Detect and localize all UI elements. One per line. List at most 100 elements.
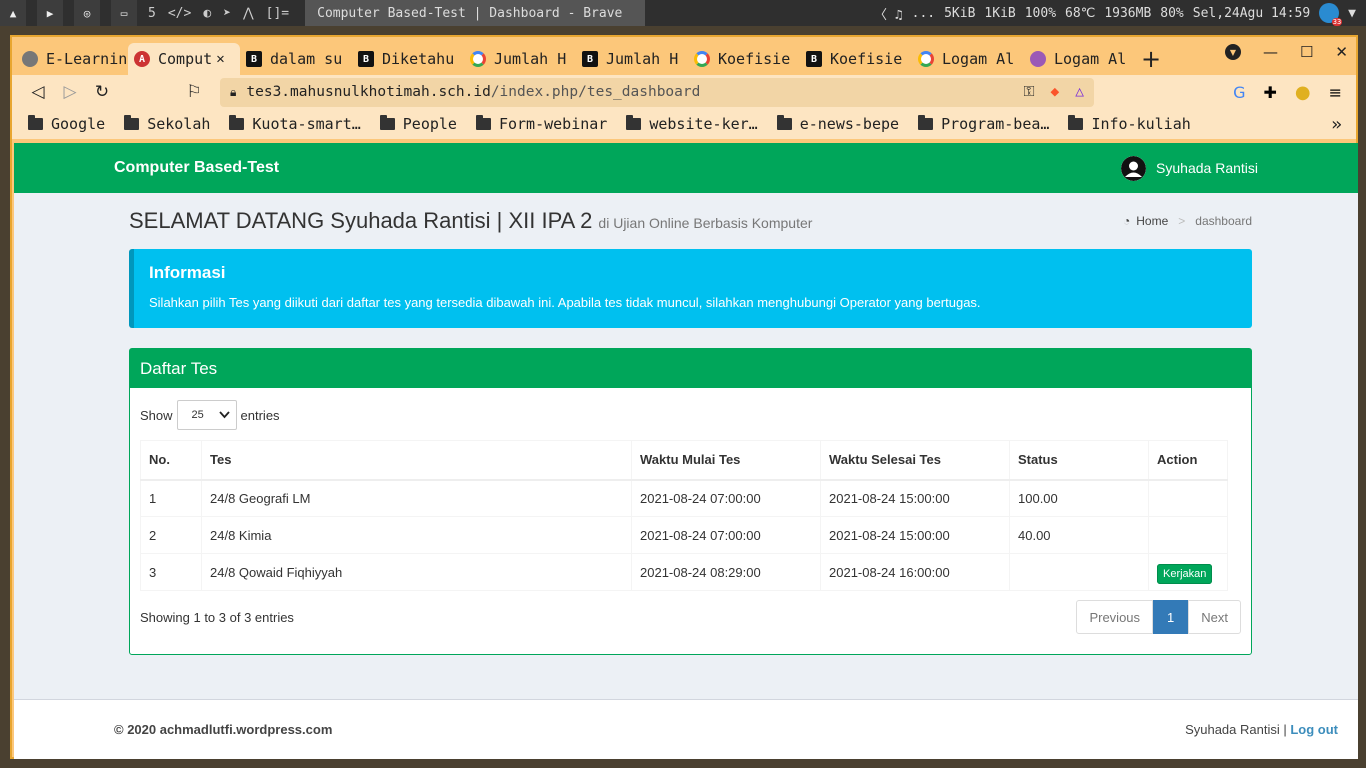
address-bar[interactable]: 🔒︎ tes3.mahusnulkhotimah.sch.id/index.ph… (220, 77, 1094, 107)
tab-6[interactable]: Koefisie (688, 43, 800, 75)
tab-1-active[interactable]: A Comput ✕ (128, 43, 240, 75)
bookmark-folder[interactable]: Google (28, 115, 105, 133)
content-header: SELAMAT DATANG Syuhada Rantisi | XII IPA… (129, 193, 1252, 249)
code-icon[interactable]: </> (168, 6, 191, 21)
brave-rewards-icon[interactable]: △ (1075, 84, 1084, 100)
bookmark-folder[interactable]: Kuota-smart… (229, 115, 361, 133)
bookmark-label: Sekolah (147, 115, 211, 133)
tab-search-icon[interactable]: ▼ (1224, 44, 1241, 60)
cell-status: 100.00 (1009, 479, 1149, 517)
kerjakan-button[interactable]: Kerjakan (1157, 563, 1213, 584)
new-tab-button[interactable]: + (1136, 43, 1166, 75)
translate-icon[interactable]: G (1233, 83, 1245, 102)
bookmark-label: website-ker… (649, 115, 758, 133)
previous-button[interactable]: Previous (1076, 600, 1154, 634)
bookmark-label: Google (51, 115, 106, 133)
box-body: Show 25 entries No. Tes Waktu Mulai Tes … (130, 388, 1251, 644)
page-title: SELAMAT DATANG Syuhada Rantisi | XII IPA… (129, 208, 812, 234)
close-window-icon[interactable]: ✕ (1335, 43, 1348, 61)
brainly-icon: B (246, 51, 262, 67)
tab-label: Koefisie (718, 50, 791, 68)
brand-logo[interactable]: Computer Based-Test (114, 159, 279, 177)
next-button[interactable]: Next (1188, 600, 1241, 634)
page-subtitle: di Ujian Online Berbasis Komputer (598, 215, 813, 231)
menu-icon[interactable]: ≡ (1329, 83, 1342, 102)
minimize-icon[interactable]: — (1263, 43, 1278, 61)
col-waktu-selesai[interactable]: Waktu Selesai Tes (820, 440, 1010, 481)
page-1-button[interactable]: 1 (1153, 600, 1189, 634)
extension-ball-icon[interactable]: ● (1295, 82, 1311, 103)
url-actions: ⚿ ◆ △ (1023, 84, 1084, 100)
col-status[interactable]: Status (1009, 440, 1149, 481)
user-menu[interactable]: Syuhada Rantisi (1121, 155, 1258, 181)
brave-shield-icon[interactable]: ◆ (1051, 84, 1060, 100)
bookmark-folder[interactable]: Info-kuliah (1068, 115, 1191, 133)
arch-icon[interactable]: ⋀ (243, 6, 254, 21)
col-no[interactable]: No. (140, 440, 202, 481)
table-row: 2 24/8 Kimia 2021-08-24 07:00:00 2021-08… (140, 516, 1228, 554)
test-list-box: Daftar Tes Show 25 entries No. Tes Waktu… (129, 348, 1252, 655)
tab-5[interactable]: B Jumlah H (576, 43, 688, 75)
window-title: Computer Based-Test | Dashboard - Brave (305, 0, 646, 26)
bookmark-label: People (402, 115, 457, 133)
google-icon (918, 51, 934, 67)
extensions-icon[interactable]: ✚ (1263, 83, 1276, 102)
web-page: Computer Based-Test Syuhada Rantisi SELA… (14, 143, 1358, 759)
col-tes[interactable]: Tes (201, 440, 632, 481)
launcher-icon[interactable]: ▲ (0, 0, 26, 26)
telegram-icon[interactable]: ➤ (223, 6, 231, 21)
cell-action (1148, 479, 1228, 517)
top-navbar: Computer Based-Test Syuhada Rantisi (14, 143, 1358, 193)
forward-icon[interactable]: ▷ (54, 77, 86, 107)
close-tab-icon[interactable]: ✕ (216, 51, 224, 67)
col-waktu-mulai[interactable]: Waktu Mulai Tes (631, 440, 821, 481)
folder-icon (626, 115, 642, 130)
folder-icon (229, 115, 245, 130)
url-path: /index.php/tes_dashboard (490, 84, 701, 100)
key-icon[interactable]: ⚿ (1023, 84, 1034, 100)
lock-icon: 🔒︎ (230, 84, 237, 99)
folder-icon[interactable]: ▭ (111, 0, 137, 26)
tab-0[interactable]: E-Learnin (16, 43, 128, 75)
bookmark-folder[interactable]: website-ker… (626, 115, 758, 133)
col-action[interactable]: Action (1148, 440, 1228, 481)
extensions-area: G ✚ ● ≡ (1233, 82, 1356, 103)
tab-9[interactable]: Logam Al (1024, 43, 1136, 75)
back-icon[interactable]: ◁ (22, 77, 54, 107)
breadcrumb-home[interactable]: Home (1136, 214, 1168, 228)
temp-value: 68℃ (1065, 5, 1096, 21)
cell-tes: 24/8 Geografi LM (201, 479, 632, 517)
bookmark-folder[interactable]: Program-bea… (918, 115, 1049, 133)
media-play-icon[interactable]: ▶ (37, 0, 63, 26)
maximize-icon[interactable]: ☐ (1300, 43, 1313, 61)
workspace-indicator[interactable]: 5 (148, 6, 156, 21)
tab-3[interactable]: B Diketahu (352, 43, 464, 75)
bookmark-folder[interactable]: Form-webinar (475, 115, 607, 133)
reload-icon[interactable]: ↻ (86, 77, 118, 107)
table-info: Showing 1 to 3 of 3 entries (140, 609, 294, 625)
tab-8[interactable]: Logam Al (912, 43, 1024, 75)
cell-action (1148, 516, 1228, 554)
google-icon (470, 51, 486, 67)
tab-7[interactable]: B Koefisie (800, 43, 912, 75)
entries-length: Show 25 entries (140, 400, 1241, 430)
tab-label: Diketahu (382, 50, 455, 68)
cell-waktu-mulai: 2021-08-24 07:00:00 (631, 479, 821, 517)
entries-select[interactable]: 25 (176, 400, 237, 430)
browser-icon[interactable]: ◎ (74, 0, 100, 26)
bookmarks-overflow-icon[interactable]: » (1331, 114, 1342, 135)
tab-4[interactable]: Jumlah H (464, 43, 576, 75)
globe-icon (22, 51, 38, 67)
bookmark-icon[interactable]: ⚐ (178, 77, 210, 107)
bookmark-folder[interactable]: Sekolah (124, 115, 210, 133)
footer-user: Syuhada Rantisi (1185, 722, 1280, 737)
app-icon[interactable]: ◐ (203, 6, 211, 21)
brainly-icon: B (806, 51, 822, 67)
tab-2[interactable]: Bdalam su (240, 43, 352, 75)
notification-avatar[interactable]: 33 (1319, 3, 1343, 26)
folder-icon (379, 115, 395, 130)
bookmark-folder[interactable]: People (379, 115, 457, 133)
bookmark-folder[interactable]: e-news-bepe (776, 115, 899, 133)
logout-link[interactable]: Log out (1290, 722, 1338, 737)
layout-indicator: []= (265, 5, 290, 21)
